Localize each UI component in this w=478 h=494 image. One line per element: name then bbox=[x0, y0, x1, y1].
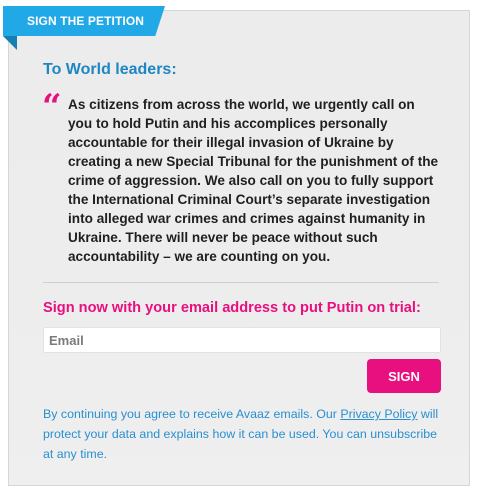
petition-text: As citizens from across the world, we ur… bbox=[68, 97, 439, 264]
banner-label: SIGN THE PETITION bbox=[27, 14, 145, 28]
disclaimer-text: By continuing you agree to receive Avaaz… bbox=[43, 404, 443, 464]
banner-fold bbox=[3, 36, 17, 50]
petition-heading: To World leaders: bbox=[43, 61, 177, 78]
privacy-policy-link[interactable]: Privacy Policy bbox=[340, 407, 417, 421]
divider bbox=[43, 282, 439, 283]
disclaimer-before-link: By continuing you agree to receive Avaaz… bbox=[43, 407, 341, 421]
email-input[interactable] bbox=[43, 327, 441, 353]
sign-button[interactable]: SIGN bbox=[367, 359, 441, 393]
sign-heading: Sign now with your email address to put … bbox=[43, 300, 421, 316]
quote-mark-icon: “ bbox=[42, 87, 62, 127]
